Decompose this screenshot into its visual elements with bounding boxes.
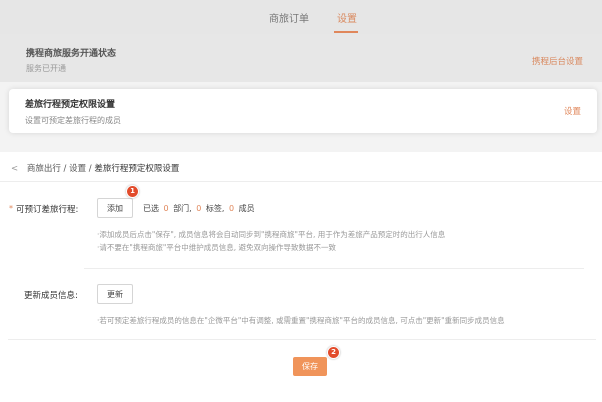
service-status-title: 携程商旅服务开通状态 bbox=[26, 49, 117, 59]
permission-settings-link[interactable]: 设置 bbox=[564, 105, 581, 117]
member-count: 0 bbox=[229, 204, 235, 213]
permission-card-title: 差旅行程预定权限设置 bbox=[25, 100, 116, 110]
breadcrumb-current: 差旅行程预定权限设置 bbox=[94, 164, 180, 174]
update-member-button[interactable]: 更新 bbox=[97, 284, 133, 304]
dept-unit: 部门, bbox=[173, 204, 192, 213]
add-member-button[interactable]: 添加 bbox=[97, 198, 133, 218]
service-status-card: 携程商旅服务开通状态 服务已开通 携程后台设置 bbox=[0, 34, 602, 82]
selected-prefix: 已选 bbox=[143, 204, 159, 213]
permission-settings-panel: < 商旅出行 / 设置 / 差旅行程预定权限设置 * 可预订差旅行程: 添加 已… bbox=[0, 152, 602, 402]
back-chevron-icon[interactable]: < bbox=[11, 164, 18, 174]
tab-bar: 商旅订单 设置 bbox=[0, 0, 602, 34]
permission-card-subtitle: 设置可预定差旅行程的成员 bbox=[25, 116, 121, 125]
tab-settings[interactable]: 设置 bbox=[337, 10, 357, 25]
divider bbox=[84, 268, 584, 269]
update-hint: ·若可预定差旅行程成员的信息在"企微平台"中有调整, 或需重置"携程商旅"平台的… bbox=[97, 316, 505, 325]
update-member-label: 更新成员信息: bbox=[24, 291, 78, 301]
backend-settings-link[interactable]: 携程后台设置 bbox=[532, 55, 583, 67]
member-unit: 成员 bbox=[238, 204, 255, 213]
active-tab-indicator bbox=[334, 31, 358, 33]
save-button[interactable]: 保存 bbox=[293, 357, 327, 376]
divider bbox=[0, 181, 602, 182]
tag-count: 0 bbox=[196, 204, 202, 213]
dept-count: 0 bbox=[163, 204, 169, 213]
tag-unit: 标签, bbox=[205, 204, 225, 213]
step-badge-2: 2 bbox=[327, 346, 340, 359]
breadcrumb: < 商旅出行 / 设置 / 差旅行程预定权限设置 bbox=[11, 162, 179, 174]
divider bbox=[8, 339, 596, 340]
step-badge-1: 1 bbox=[126, 185, 139, 198]
selected-summary: 已选 0 部门, 0 标签, 0 成员 bbox=[143, 203, 255, 214]
service-status-subtitle: 服务已开通 bbox=[26, 64, 66, 73]
tab-business-orders[interactable]: 商旅订单 bbox=[269, 10, 309, 25]
travel-permission-label: 可预订差旅行程: bbox=[16, 205, 79, 215]
settings-overview: 商旅订单 设置 携程商旅服务开通状态 服务已开通 携程后台设置 差旅行程预定权限… bbox=[0, 0, 602, 152]
breadcrumb-path[interactable]: 商旅出行 / 设置 / bbox=[27, 164, 92, 174]
permission-settings-card: 差旅行程预定权限设置 设置可预定差旅行程的成员 设置 bbox=[9, 89, 597, 133]
sync-hint: ·添加成员后点击"保存", 成员信息将会自动同步到"携程商旅"平台, 用于作为差… bbox=[97, 230, 446, 239]
maintenance-warning-hint: ·请不要在"携程商旅"平台中维护成员信息, 避免双向操作导致数据不一致 bbox=[97, 243, 337, 252]
required-mark: * bbox=[9, 204, 13, 213]
